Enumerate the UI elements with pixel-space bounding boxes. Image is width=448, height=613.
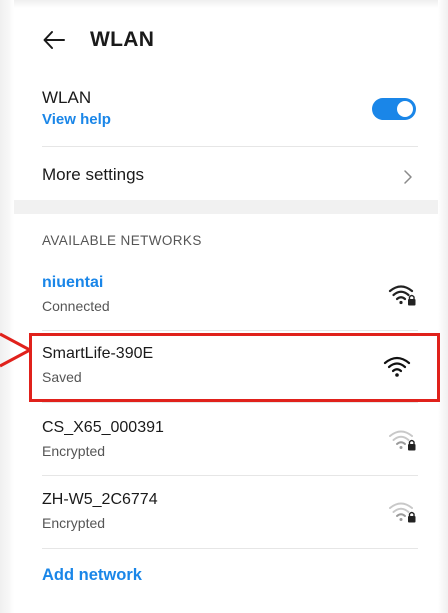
network-status: Connected <box>42 298 110 314</box>
divider <box>42 475 418 476</box>
network-name: SmartLife-390E <box>42 345 154 362</box>
wifi-weak-lock-icon <box>389 430 416 451</box>
add-network-row[interactable]: Add network <box>42 566 418 588</box>
top-shade <box>0 0 448 8</box>
arrow-left-icon[interactable] <box>42 28 66 52</box>
network-item-niuentai[interactable]: niuentai Connected <box>42 274 418 326</box>
network-status: Encrypted <box>42 515 106 531</box>
more-settings-row[interactable]: More settings <box>42 165 418 191</box>
right-shade <box>438 0 448 613</box>
network-name: niuentai <box>42 274 104 291</box>
wlan-toggle-switch[interactable] <box>372 98 416 120</box>
header: WLAN <box>42 28 154 52</box>
divider <box>42 146 418 147</box>
add-network-link[interactable]: Add network <box>42 566 418 585</box>
network-item-cs-x65-000391[interactable]: CS_X65_000391 Encrypted <box>42 419 418 471</box>
wifi-icon <box>383 356 411 377</box>
left-shade <box>0 0 14 613</box>
wlan-settings-screen: WLAN WLAN View help More settings AVAILA… <box>0 0 448 613</box>
divider <box>42 330 418 331</box>
network-status: Saved <box>42 369 82 385</box>
wifi-weak-lock-icon <box>389 502 416 523</box>
section-separator <box>14 200 438 214</box>
more-settings-label: More settings <box>42 165 145 184</box>
wlan-toggle-row[interactable]: WLAN View help <box>42 88 418 138</box>
toggle-knob <box>397 101 413 117</box>
available-networks-heading: AVAILABLE NETWORKS <box>42 233 202 248</box>
view-help-link[interactable]: View help <box>42 111 418 128</box>
wifi-lock-icon <box>388 285 416 306</box>
chevron-right-icon <box>404 170 412 184</box>
network-name: CS_X65_000391 <box>42 419 164 436</box>
page-title: WLAN <box>90 28 155 51</box>
network-item-smartlife-390e[interactable]: SmartLife-390E Saved <box>42 345 418 397</box>
network-item-zh-w5-2c6774[interactable]: ZH-W5_2C6774 Encrypted <box>42 491 418 543</box>
divider <box>42 402 418 403</box>
network-status: Encrypted <box>42 443 106 459</box>
divider <box>42 548 418 549</box>
wlan-label: WLAN <box>42 88 92 107</box>
network-name: ZH-W5_2C6774 <box>42 491 158 508</box>
